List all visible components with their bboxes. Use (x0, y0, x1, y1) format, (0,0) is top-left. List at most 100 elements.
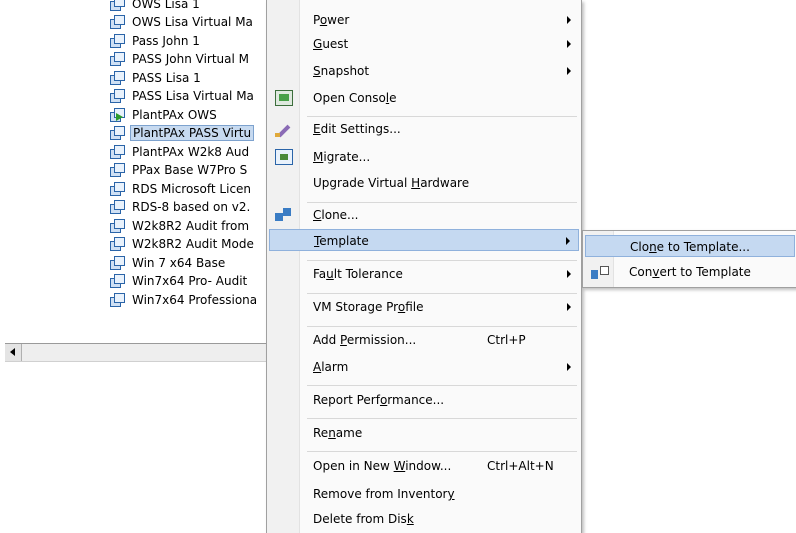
tree-item[interactable]: PPax Base W7Pro S (110, 162, 249, 179)
menu-item-edit-settings[interactable]: Edit Settings... (269, 118, 579, 140)
icon-part (114, 33, 125, 44)
convert-template-icon (591, 264, 609, 280)
menu-item-label: Rename (313, 426, 362, 440)
menu-item-label: Power (313, 13, 349, 27)
vm-icon (110, 70, 125, 85)
menu-item-guest[interactable]: Guest (269, 33, 579, 55)
menu-separator (307, 116, 577, 117)
menu-item-fault-tolerance[interactable]: Fault Tolerance (269, 263, 579, 285)
tree-item-label: PASS Lisa 1 (132, 70, 201, 85)
menu-item-add-permission[interactable]: Add Permission... Ctrl+P (269, 329, 579, 351)
tree-item-label: OWS Lisa Virtual Ma (132, 15, 253, 29)
tree-item[interactable]: Win7x64 Professiona (110, 291, 259, 308)
access-key: S (313, 64, 321, 78)
vm-icon (110, 163, 125, 177)
menu-item-open-in-new-window[interactable]: Open in New Window... Ctrl+Alt+N (269, 455, 579, 477)
vm-powered-on-icon (110, 107, 125, 122)
tree-item-label: PlantPAx OWS (132, 107, 217, 122)
tree-item[interactable]: W2k8R2 Audit from (110, 217, 251, 234)
menu-item-alarm[interactable]: Alarm (269, 356, 579, 378)
edit-settings-icon (275, 121, 293, 137)
tree-item[interactable]: W2k8R2 Audit Mode (110, 236, 256, 253)
tree-item-label: PASS John Virtual M (132, 52, 250, 66)
menu-item-open-console[interactable]: Open Console (269, 87, 579, 109)
access-key: A (313, 360, 322, 374)
tree-item-label: W2k8R2 Audit from (132, 218, 250, 233)
vm-icon (110, 15, 125, 29)
menu-item-report-performance[interactable]: Report Performance... (269, 389, 579, 411)
scroll-left-arrow-icon[interactable] (5, 344, 22, 361)
menu-item-migrate[interactable]: Migrate... (269, 146, 579, 168)
tree-item-label: PlantPAx W2k8 Aud (132, 144, 250, 159)
tree-item-label: RDS Microsoft Licen (132, 181, 252, 196)
menu-item-label: Alarm (313, 360, 348, 374)
submenu-arrow-icon (567, 16, 571, 24)
tree-item[interactable]: PASS Lisa Virtual Ma (110, 88, 256, 105)
tree-item[interactable]: RDS Microsoft Licen (110, 180, 253, 197)
tree-item-label: Pass John 1 (132, 33, 200, 48)
tree-item[interactable]: OWS Lisa 1 (110, 0, 202, 12)
vm-icon (110, 52, 125, 66)
tree-item[interactable]: PlantPAx OWS (110, 106, 219, 123)
label-text: lone... (321, 208, 359, 222)
label-text: Clo (630, 240, 650, 254)
submenu-arrow-icon (567, 40, 571, 48)
label-text: rmance... (387, 393, 445, 407)
menu-item-template[interactable]: Template (269, 229, 579, 251)
clone-icon (275, 207, 293, 223)
submenu-item-clone-to-template[interactable]: Clone to Template... (585, 235, 795, 257)
tree-item[interactable]: Pass John 1 (110, 32, 202, 49)
menu-separator (307, 326, 577, 327)
menu-shortcut: Ctrl+P (487, 333, 526, 347)
label-text: Con (629, 265, 653, 279)
menu-item-label: Report Performance... (313, 393, 444, 407)
label-text: e to Template... (656, 240, 750, 254)
power-on-indicator (116, 112, 123, 121)
label-text: igrate... (323, 150, 371, 164)
menu-item-clone[interactable]: Clone... (269, 204, 579, 226)
menu-item-label: Clone... (313, 208, 359, 222)
icon-part (114, 126, 125, 136)
vm-icon (110, 255, 125, 270)
menu-item-label: Upgrade Virtual Hardware (313, 176, 469, 190)
menu-item-snapshot[interactable]: Snapshot (269, 60, 579, 82)
tree-item[interactable]: RDS-8 based on v2. (110, 199, 252, 216)
access-key: P (340, 333, 347, 347)
label-text: VM Storage Pr (313, 300, 398, 314)
label-text: dit Settings... (320, 122, 401, 136)
vm-icon (110, 33, 125, 48)
menu-item-label: VM Storage Profile (313, 300, 423, 314)
vm-icon (110, 237, 125, 251)
context-menu: Power Guest Snapshot Open Console Edit Setti… (266, 0, 582, 533)
label-text: wer (327, 13, 350, 27)
label-text: ardware (420, 176, 470, 190)
menu-item-label: Convert to Template (629, 265, 751, 279)
submenu-item-convert-to-template[interactable]: Convert to Template (585, 261, 795, 283)
menu-item-label: Migrate... (313, 150, 370, 164)
horizontal-scrollbar[interactable] (5, 343, 267, 362)
menu-item-label: Snapshot (313, 64, 369, 78)
tree-item[interactable]: Win 7 x64 Base (110, 254, 227, 271)
icon-part (114, 218, 125, 229)
menu-item-power[interactable]: Power (269, 9, 579, 31)
label-text: ert to Template (659, 265, 751, 279)
label-text: Fa (313, 267, 327, 281)
tree-item[interactable]: Win7x64 Pro- Audit (110, 273, 249, 290)
access-key: W (393, 459, 406, 473)
vm-icon (110, 292, 125, 307)
menu-item-vm-storage-profile[interactable]: VM Storage Profile (269, 296, 579, 318)
tree-item[interactable]: PASS John Virtual M (110, 51, 251, 68)
icon-part (114, 163, 125, 173)
label-text: Re (313, 426, 329, 440)
menu-item-upgrade-virtual-hardware[interactable]: Upgrade Virtual Hardware (269, 172, 579, 194)
tree-item[interactable]: PlantPAx PASS Virtu (110, 125, 255, 142)
tree-item[interactable]: PlantPAx W2k8 Aud (110, 143, 251, 160)
menu-item-rename[interactable]: Rename (269, 422, 579, 444)
tree-item[interactable]: OWS Lisa Virtual Ma (110, 14, 255, 31)
icon-part (114, 52, 125, 62)
tree-item[interactable]: PASS Lisa 1 (110, 69, 203, 86)
access-key: H (411, 176, 421, 190)
menu-item-remove-from-inventory[interactable]: Remove from Inventory (269, 483, 579, 505)
menu-item-delete-from-disk[interactable]: Delete from Disk (269, 508, 579, 530)
access-key: n (328, 426, 336, 440)
